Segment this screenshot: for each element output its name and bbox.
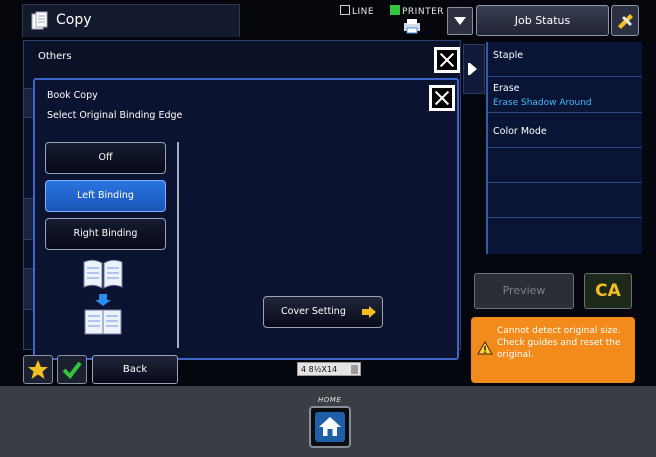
dialog-divider <box>177 142 179 348</box>
home-icon <box>319 417 341 436</box>
function-item-title: Staple <box>493 50 524 61</box>
dialog-title: Book Copy <box>47 90 98 101</box>
printer-indicator: PRINTER <box>390 5 444 17</box>
arrow-right-icon <box>362 306 376 318</box>
function-item-staple[interactable]: Staple <box>488 42 642 77</box>
warning-text: Cannot detect original size. Check guide… <box>497 326 621 360</box>
right-panel-collapse-button[interactable] <box>463 44 485 94</box>
function-item-color-mode[interactable]: Color Mode <box>488 113 642 148</box>
binding-option-left[interactable]: Left Binding <box>45 180 166 212</box>
settings-tool-button[interactable] <box>611 5 639 36</box>
job-status-button[interactable]: Job Status <box>476 5 609 36</box>
others-panel-left-tabs <box>23 78 34 348</box>
function-item-erase[interactable]: Erase Erase Shadow Around <box>488 77 642 113</box>
dialog-close-button[interactable] <box>429 85 455 111</box>
binding-option-off[interactable]: Off <box>45 142 166 174</box>
cover-setting-label: Cover Setting <box>281 306 346 317</box>
function-item-empty <box>488 183 642 218</box>
line-indicator-label: LINE <box>352 7 375 17</box>
close-icon <box>437 50 457 70</box>
dropdown-toggle-button[interactable] <box>447 7 473 35</box>
mode-tab-copy[interactable]: Copy <box>22 4 240 37</box>
mode-title: Copy <box>56 12 92 28</box>
binding-option-right[interactable]: Right Binding <box>45 218 166 250</box>
back-button[interactable]: Back <box>92 355 178 384</box>
others-panel-title: Others <box>38 51 72 62</box>
printer-indicator-label: PRINTER <box>402 7 445 17</box>
function-item-title: Color Mode <box>493 126 547 137</box>
star-icon <box>28 360 48 379</box>
home-button[interactable] <box>309 406 351 448</box>
warning-message: Cannot detect original size. Check guide… <box>471 317 635 383</box>
book-copy-dialog: Book Copy Select Original Binding Edge O… <box>33 78 459 360</box>
printer-icon <box>404 19 420 34</box>
function-item-title: Erase <box>493 83 520 94</box>
paper-size-indicator: 4 8½X14 <box>297 362 361 376</box>
others-close-button[interactable] <box>434 47 460 73</box>
preview-button[interactable]: Preview <box>474 273 574 309</box>
touch-screen: Copy LINE PRINTER Job Status Staple Eras… <box>0 0 656 386</box>
cover-setting-button[interactable]: Cover Setting <box>263 296 383 328</box>
checkmark-icon <box>62 361 82 380</box>
confirm-button[interactable] <box>57 355 87 384</box>
dialog-subtitle: Select Original Binding Edge <box>47 110 183 121</box>
book-copy-illustration-icon <box>83 259 123 335</box>
close-icon <box>432 88 452 108</box>
favorite-button[interactable] <box>23 355 53 384</box>
printer-status-checkbox <box>390 5 400 15</box>
line-indicator: LINE <box>340 5 374 17</box>
wrench-icon <box>618 14 633 29</box>
function-list-panel: Staple Erase Erase Shadow Around Color M… <box>486 42 642 254</box>
function-item-empty <box>488 148 642 183</box>
clear-all-button[interactable]: CA <box>584 273 632 309</box>
function-item-value: Erase Shadow Around <box>493 98 592 108</box>
top-bar: Copy LINE PRINTER Job Status <box>0 0 656 40</box>
copy-document-icon <box>31 11 48 30</box>
home-button-face <box>315 412 345 442</box>
home-label: HOME <box>318 396 342 404</box>
function-item-empty <box>488 218 642 253</box>
warning-triangle-icon <box>477 341 493 355</box>
line-status-checkbox <box>340 5 350 15</box>
